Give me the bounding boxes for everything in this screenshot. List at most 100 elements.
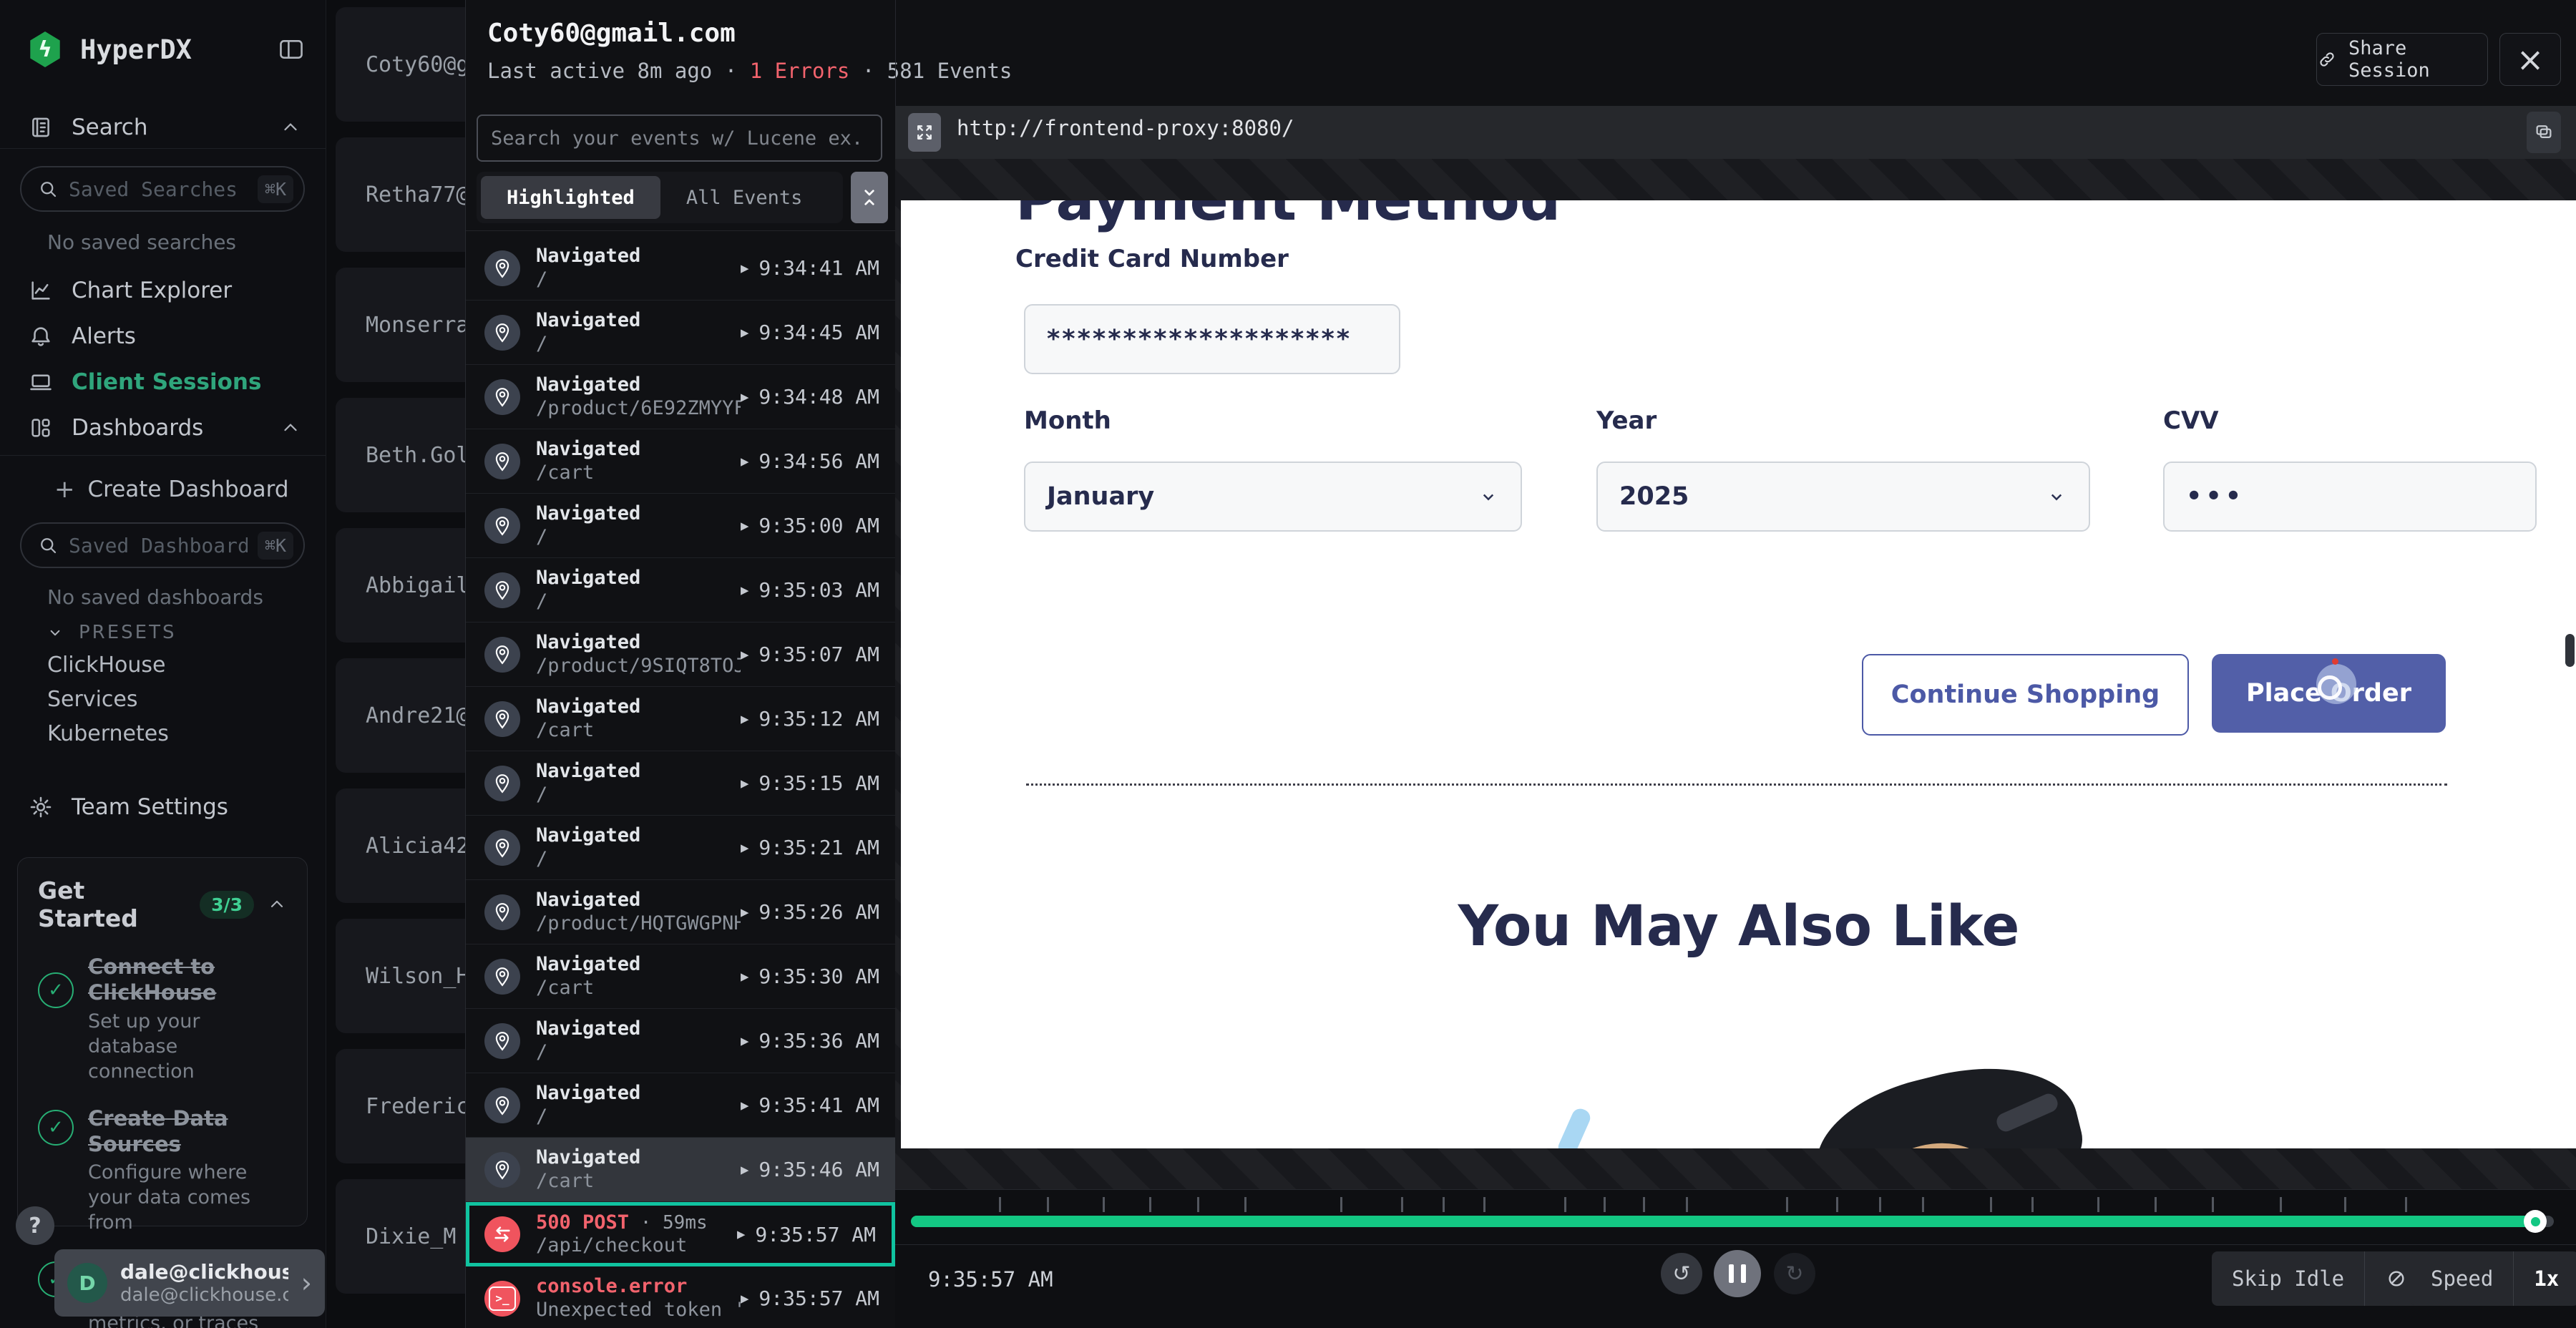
event-row[interactable]: Navigated/▶9:35:03 AM [466, 558, 895, 622]
event-path: /cart [536, 1170, 640, 1193]
event-row[interactable]: Navigated/product/9SIQT8TOJO▶9:35:07 AM [466, 622, 895, 687]
credit-card-input[interactable]: ******************** [1024, 304, 1400, 374]
saved-searches-input[interactable] [67, 177, 249, 202]
event-row[interactable]: Navigated/▶9:35:36 AM [466, 1009, 895, 1073]
sidebar-collapse-icon[interactable] [278, 38, 304, 61]
play-icon: ▶ [741, 647, 748, 663]
expand-icon[interactable] [908, 113, 941, 152]
preset-clickhouse[interactable]: ClickHouse [47, 653, 166, 678]
sidebar-item-client-sessions[interactable]: Client Sessions [0, 362, 326, 402]
preset-kubernetes[interactable]: Kubernetes [47, 721, 169, 746]
event-row[interactable]: Navigated/▶9:35:41 AM [466, 1073, 895, 1138]
session-user-card[interactable]: Frederic [336, 1049, 465, 1163]
saved-dashboards-search[interactable]: ⌘K [20, 522, 305, 568]
copy-icon[interactable] [2527, 112, 2561, 153]
get-started-step-connect[interactable]: ✓ Connect to ClickHouse Set up your data… [38, 954, 287, 1084]
skip-idle-control[interactable]: Skip Idle [2212, 1251, 2428, 1306]
month-select[interactable]: January [1024, 462, 1522, 532]
event-timestamp[interactable]: ▶9:35:36 AM [741, 1029, 879, 1053]
chevron-up-icon[interactable] [280, 417, 301, 439]
sidebar-item-chart-explorer[interactable]: Chart Explorer [0, 270, 326, 311]
event-row[interactable]: Navigated/▶9:34:45 AM [466, 301, 895, 365]
event-timestamp[interactable]: ▶9:35:12 AM [741, 707, 879, 731]
event-timestamp[interactable]: ▶9:35:26 AM [741, 900, 879, 924]
event-row[interactable]: Navigated/▶9:35:15 AM [466, 751, 895, 816]
sidebar-item-team-settings[interactable]: Team Settings [0, 787, 326, 827]
loop-button[interactable]: ↻ [1774, 1253, 1815, 1294]
event-row[interactable]: Navigated/▶9:34:41 AM [466, 236, 895, 301]
session-user-card[interactable]: Beth.Gol [336, 398, 465, 512]
event-row[interactable]: Navigated/cart▶9:35:30 AM [466, 944, 895, 1009]
event-timestamp[interactable]: ▶9:35:07 AM [741, 643, 879, 666]
event-timestamp[interactable]: ▶9:34:41 AM [741, 256, 879, 280]
event-timestamp[interactable]: ▶9:35:57 AM [737, 1223, 876, 1246]
sidebar-item-alerts[interactable]: Alerts [0, 316, 326, 356]
event-timestamp[interactable]: ▶9:35:41 AM [741, 1093, 879, 1117]
cvv-input[interactable]: ••• [2163, 462, 2537, 532]
user-account-chip[interactable]: D dale@clickhouse.com dale@clickhouse.co… [54, 1249, 325, 1317]
help-button[interactable]: ? [16, 1206, 54, 1245]
preset-services[interactable]: Services [47, 687, 138, 712]
scrollbar-thumb[interactable] [2565, 634, 2575, 667]
pause-button[interactable] [1714, 1250, 1761, 1297]
event-search-input[interactable] [489, 127, 869, 150]
session-user-card[interactable]: Wilson_H [336, 919, 465, 1033]
event-row[interactable]: Navigated/product/HQTGWGPNH4▶9:35:26 AM [466, 880, 895, 944]
collapse-panel-button[interactable] [851, 172, 888, 223]
tab-highlighted[interactable]: Highlighted [481, 176, 660, 219]
timeline-tick [1879, 1197, 1881, 1212]
continue-shopping-button[interactable]: Continue Shopping [1862, 654, 2189, 736]
timeline-progress [911, 1216, 2541, 1227]
timeline-track[interactable] [911, 1216, 2554, 1227]
event-row[interactable]: 500 POST · 59ms/api/checkout▶9:35:57 AM [466, 1202, 895, 1266]
get-started-step-datasources[interactable]: ✓ Create Data Sources Configure where yo… [38, 1105, 287, 1236]
event-row[interactable]: Navigated/cart▶9:34:56 AM [466, 429, 895, 494]
chevron-up-icon[interactable] [280, 117, 301, 138]
saved-searches-search[interactable]: ⌘K [20, 166, 305, 212]
session-user-card[interactable]: Alicia42 [336, 788, 465, 903]
speed-control[interactable]: Speed 1x [2411, 1251, 2576, 1306]
get-started-header[interactable]: Get Started 3/3 [38, 877, 287, 932]
sidebar-item-search[interactable]: Search [0, 106, 326, 149]
event-row[interactable]: Navigated/cart▶9:35:12 AM [466, 687, 895, 751]
session-user-card[interactable]: Abbigail [336, 528, 465, 643]
event-tabs: Highlighted All Events [477, 172, 843, 223]
event-timestamp[interactable]: ▶9:34:56 AM [741, 449, 879, 473]
event-row[interactable]: Navigated/cart▶9:35:46 AM [466, 1138, 895, 1202]
event-timestamp[interactable]: ▶9:35:15 AM [741, 771, 879, 795]
session-user-card[interactable]: Coty60@g [336, 7, 465, 122]
saved-dashboards-input[interactable] [67, 533, 249, 558]
session-user-card[interactable]: Dixie_M [336, 1179, 465, 1294]
event-timestamp[interactable]: ▶9:35:57 AM [741, 1286, 879, 1310]
rewind-button[interactable]: ↺ [1661, 1253, 1702, 1294]
chevron-up-icon[interactable] [267, 894, 287, 914]
session-replay: http://frontend-proxy:8080/ Payment Meth… [895, 0, 2576, 1328]
event-time-text: 9:35:30 AM [758, 965, 879, 988]
year-select[interactable]: 2025 [1596, 462, 2090, 532]
event-timestamp[interactable]: ▶9:35:03 AM [741, 578, 879, 602]
event-row[interactable]: Navigated/▶9:35:00 AM [466, 494, 895, 558]
event-row[interactable]: Navigated/product/6E92ZMYYFZ▶9:34:48 AM [466, 365, 895, 429]
tab-all-events[interactable]: All Events [660, 176, 829, 219]
event-timestamp[interactable]: ▶9:34:48 AM [741, 385, 879, 409]
session-user-card[interactable]: Andre21@ [336, 658, 465, 773]
session-user-card[interactable]: Retha77@ [336, 137, 465, 252]
sidebar-item-dashboards[interactable]: Dashboards [0, 408, 326, 448]
event-timestamp[interactable]: ▶9:35:46 AM [741, 1158, 879, 1181]
sidebar-item-label: Alerts [72, 323, 136, 349]
session-user-card[interactable]: Monserra [336, 268, 465, 382]
session-user-email: Beth.Gol [366, 443, 465, 468]
event-row[interactable]: Navigated/▶9:35:21 AM [466, 816, 895, 880]
location-pin-icon [484, 379, 520, 415]
event-timestamp[interactable]: ▶9:35:00 AM [741, 514, 879, 537]
event-time-text: 9:35:41 AM [758, 1093, 879, 1117]
event-timestamp[interactable]: ▶9:35:21 AM [741, 836, 879, 859]
create-dashboard-button[interactable]: + Create Dashboard [0, 471, 326, 508]
event-search[interactable] [477, 114, 882, 162]
event-title: console.error [536, 1275, 741, 1298]
event-row[interactable]: >_console.errorUnexpected token 'I'…▶9:3… [466, 1266, 895, 1328]
event-timestamp[interactable]: ▶9:35:30 AM [741, 965, 879, 988]
timeline-knob[interactable] [2524, 1210, 2547, 1233]
presets-section[interactable]: PRESETS [0, 618, 326, 647]
event-timestamp[interactable]: ▶9:34:45 AM [741, 321, 879, 344]
